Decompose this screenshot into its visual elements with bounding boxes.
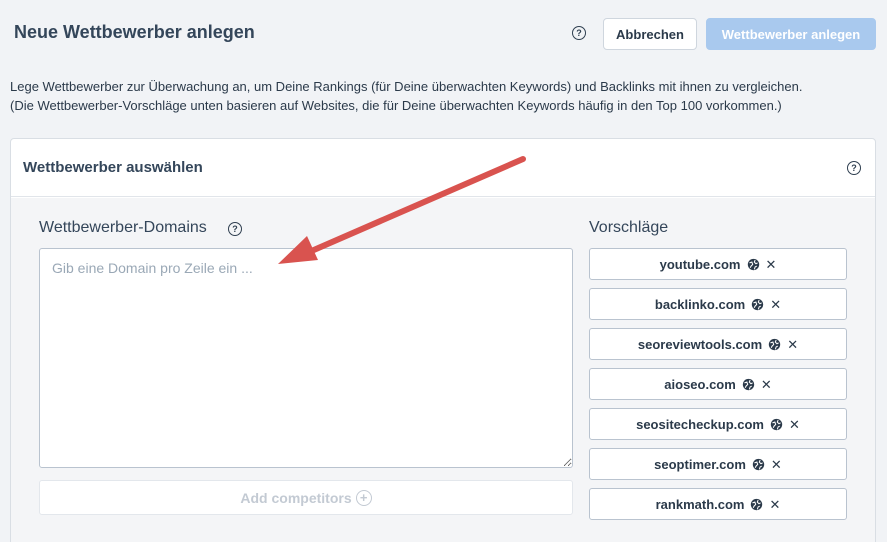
suggestion-domain: aioseo.com <box>664 376 736 392</box>
globe-icon[interactable] <box>747 258 760 271</box>
suggestion-item[interactable]: aioseo.com ✕ <box>589 368 847 400</box>
suggestion-domain: seositecheckup.com <box>636 416 764 432</box>
domains-label: Wettbewerber-Domains <box>39 219 207 236</box>
close-icon[interactable]: ✕ <box>789 418 800 431</box>
suggestion-domain: seoptimer.com <box>654 456 746 472</box>
close-icon[interactable]: ✕ <box>761 378 772 391</box>
suggestion-item[interactable]: rankmath.com ✕ <box>589 488 847 520</box>
add-competitors-label: Add competitors <box>240 489 352 506</box>
close-icon[interactable]: ✕ <box>787 338 798 351</box>
suggestions-label: Vorschläge <box>589 219 669 236</box>
cancel-button[interactable]: Abbrechen <box>603 18 697 50</box>
intro-line-2: (Die Wettbewerber-Vorschläge unten basie… <box>10 98 782 113</box>
suggestion-item[interactable]: backlinko.com ✕ <box>589 288 847 320</box>
globe-icon[interactable] <box>768 338 781 351</box>
help-icon[interactable]: ? <box>572 26 586 40</box>
close-icon[interactable]: ✕ <box>771 458 782 471</box>
add-competitors-button[interactable]: Add competitors + <box>39 480 573 515</box>
domains-textarea[interactable] <box>39 248 573 468</box>
suggestion-item[interactable]: seositecheckup.com ✕ <box>589 408 847 440</box>
suggestion-domain: seoreviewtools.com <box>637 336 763 352</box>
panel-header: Wettbewerber auswählen ? <box>11 139 875 197</box>
close-icon[interactable]: ✕ <box>766 258 777 271</box>
globe-icon[interactable] <box>751 298 764 311</box>
page-title: Neue Wettbewerber anlegen <box>14 22 255 42</box>
close-icon[interactable]: ✕ <box>769 498 780 511</box>
panel-title: Wettbewerber auswählen <box>23 159 203 176</box>
create-competitors-button[interactable]: Wettbewerber anlegen <box>706 18 876 50</box>
suggestion-item[interactable]: seoreviewtools.com ✕ <box>589 328 847 360</box>
help-icon[interactable]: ? <box>847 161 861 175</box>
intro-line-1: Lege Wettbewerber zur Überwachung an, um… <box>10 79 803 94</box>
intro-text: Lege Wettbewerber zur Überwachung an, um… <box>10 77 880 115</box>
globe-icon[interactable] <box>750 498 763 511</box>
plus-circle-icon: + <box>355 489 372 506</box>
globe-icon[interactable] <box>752 458 765 471</box>
panel-body: Wettbewerber-Domains ? Add competitors +… <box>11 198 875 542</box>
suggestion-item[interactable]: youtube.com ✕ <box>589 248 847 280</box>
globe-icon[interactable] <box>742 378 755 391</box>
suggestion-domain: rankmath.com <box>655 496 745 512</box>
suggestion-domain: backlinko.com <box>654 296 746 312</box>
suggestion-item[interactable]: seoptimer.com ✕ <box>589 448 847 480</box>
globe-icon[interactable] <box>770 418 783 431</box>
close-icon[interactable]: ✕ <box>770 298 781 311</box>
suggestion-domain: youtube.com <box>659 256 741 272</box>
select-competitors-panel: Wettbewerber auswählen ? Wettbewerber-Do… <box>10 138 876 542</box>
help-icon[interactable]: ? <box>228 222 242 236</box>
suggestions-list: youtube.com ✕ backlinko.com ✕ seoreviewt… <box>589 248 847 528</box>
